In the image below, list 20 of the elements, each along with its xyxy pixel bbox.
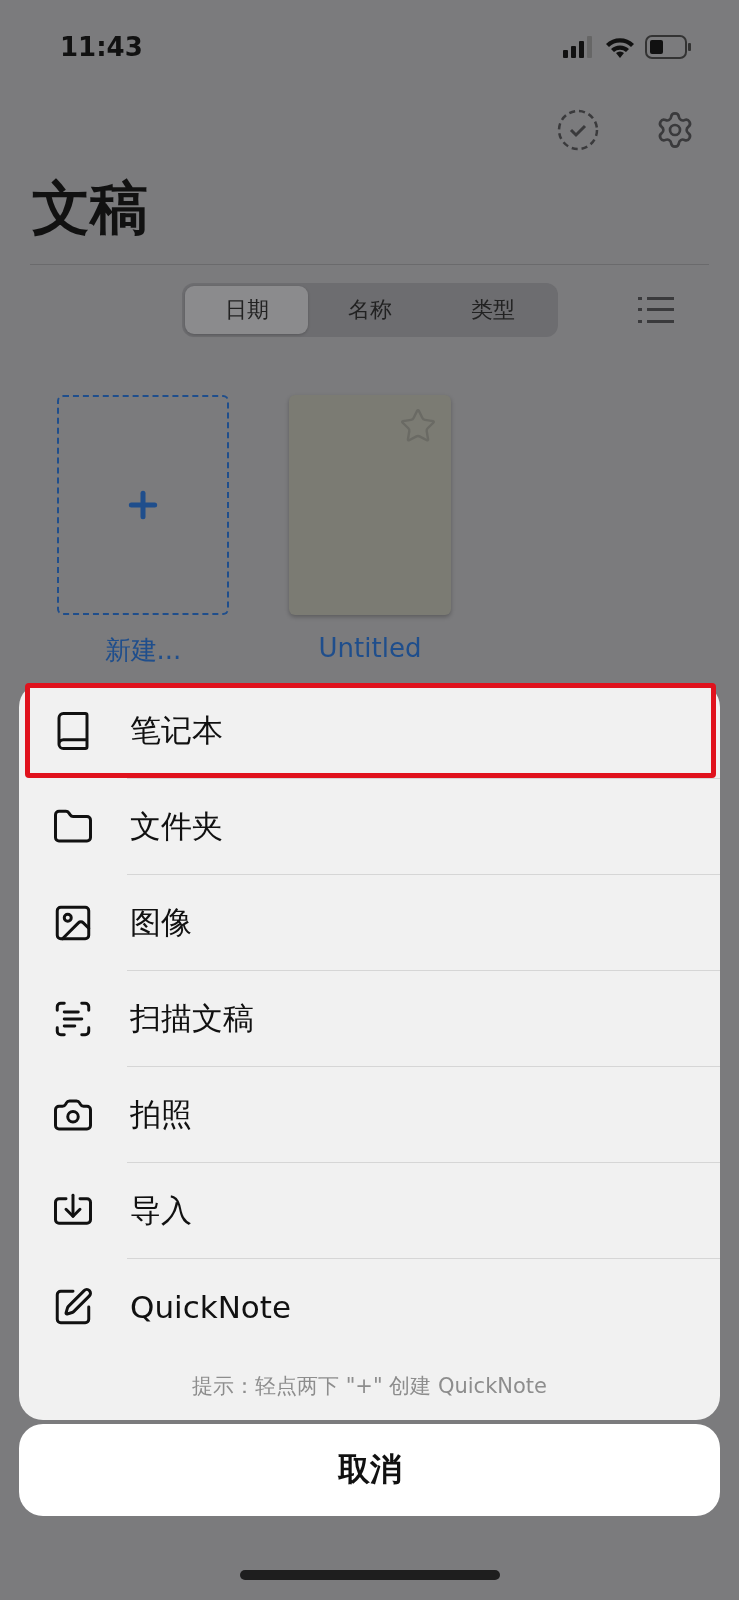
hint-text: 提示：轻点两下 "+" 创建 QuickNote <box>191 1373 548 1400</box>
document-label: Untitled <box>318 633 422 663</box>
menu-item[interactable]: 文件夹 <box>25 779 716 874</box>
list-view-icon[interactable] <box>638 296 674 324</box>
document-label: 新建... <box>104 634 182 667</box>
page-title: 文稿 <box>32 173 149 244</box>
battery-icon <box>645 35 691 59</box>
menu-item[interactable]: 笔记本 <box>25 683 716 778</box>
menu-item[interactable]: 导入 <box>25 1163 716 1258</box>
menu-item[interactable]: QuickNote <box>25 1259 716 1354</box>
new-document-button[interactable] <box>57 395 229 615</box>
status-time: 11:43 <box>60 32 143 62</box>
menu-item[interactable]: 拍照 <box>25 1067 716 1162</box>
wifi-icon <box>605 36 635 58</box>
select-icon[interactable] <box>557 109 599 151</box>
menu-item[interactable]: 图像 <box>25 875 716 970</box>
cancel-button[interactable]: 取消 <box>19 1424 720 1516</box>
sort-segment[interactable]: 日期 <box>185 286 309 334</box>
signal-icon <box>563 36 595 58</box>
menu-item[interactable]: 扫描文稿 <box>25 971 716 1066</box>
